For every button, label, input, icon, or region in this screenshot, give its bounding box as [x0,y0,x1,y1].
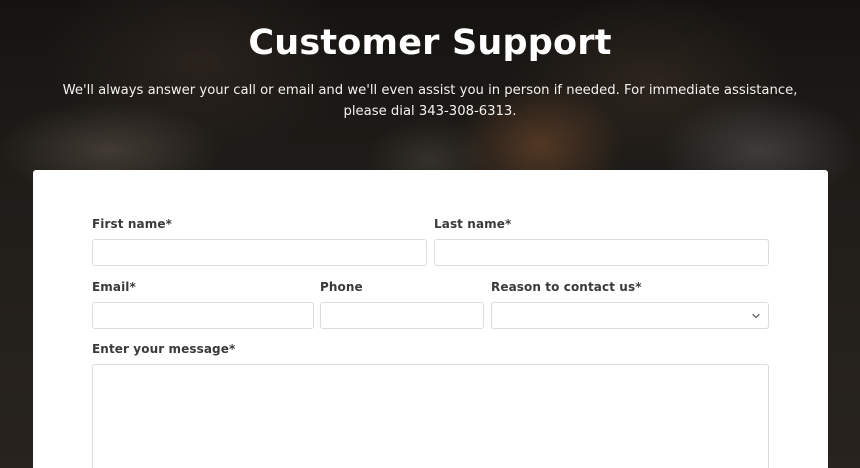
phone-field[interactable] [320,302,484,329]
reason-label: Reason to contact us* [491,280,642,294]
support-form-card: First name* Last name* Email* Phone Reas… [33,170,828,468]
chevron-down-icon [752,313,760,319]
reason-select[interactable] [491,302,769,329]
first-name-label: First name* [92,217,172,231]
page-title: Customer Support [248,23,612,63]
message-field[interactable] [92,364,769,468]
phone-label: Phone [320,280,363,294]
last-name-label: Last name* [434,217,512,231]
hero-section: Customer Support We'll always answer you… [0,0,860,170]
email-label: Email* [92,280,136,294]
page-subtitle: We'll always answer your call or email a… [62,83,798,119]
first-name-field[interactable] [92,239,427,266]
email-field[interactable] [92,302,314,329]
last-name-field[interactable] [434,239,769,266]
message-label: Enter your message* [92,342,236,356]
